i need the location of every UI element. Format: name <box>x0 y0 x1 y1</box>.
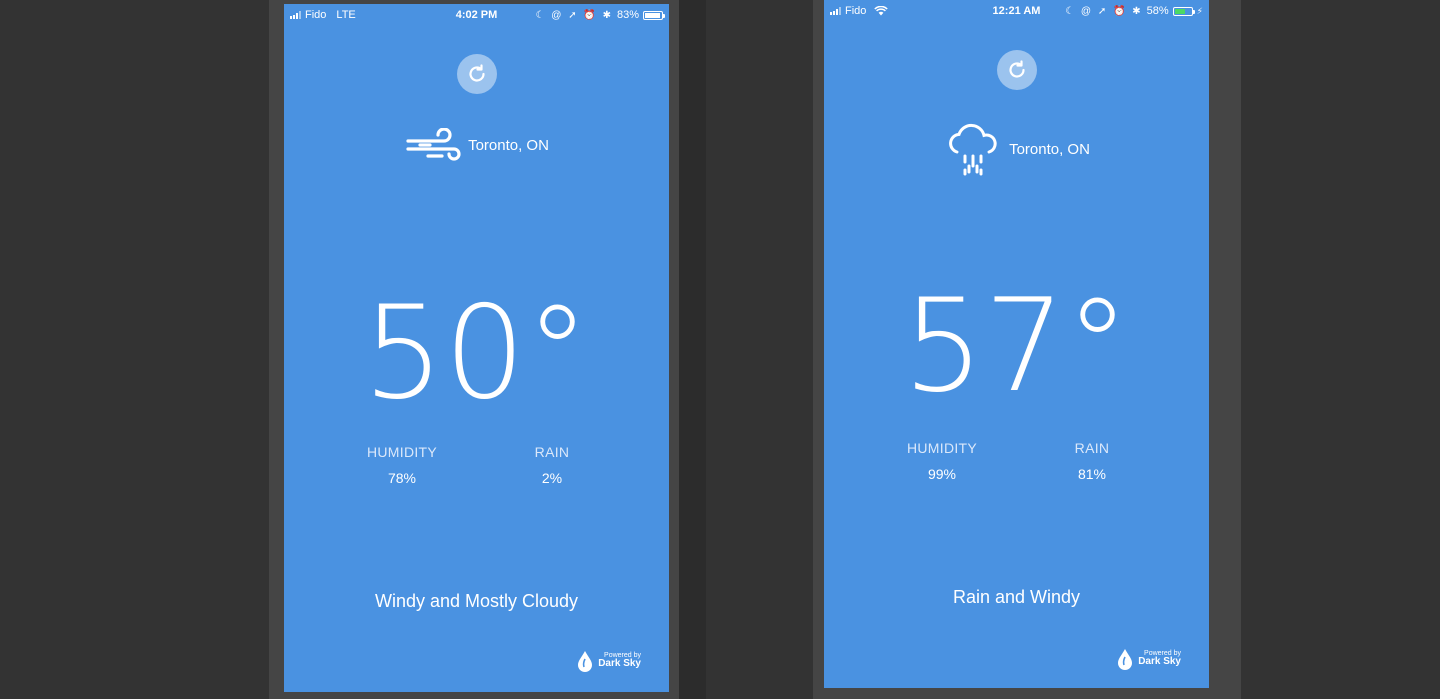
temperature-value: 50° <box>363 292 590 412</box>
humidity-value: 78% <box>387 470 417 486</box>
weather-screen: Fido 12:21 AM ☾ @ ➚ ⏰ ✱ 58% ⚡ Toronto, O… <box>824 0 1209 688</box>
battery-percent: 58% <box>1146 5 1169 17</box>
dark-sky-logo-icon <box>578 651 593 672</box>
location-header: Toronto, ON <box>284 128 669 162</box>
humidity-label: HUMIDITY <box>366 444 438 460</box>
rain-stat: RAIN 81% <box>1032 440 1152 482</box>
battery-icon <box>643 10 665 20</box>
refresh-button[interactable] <box>996 50 1037 90</box>
temperature-display: 50° <box>363 292 590 412</box>
refresh-icon <box>1008 60 1025 78</box>
rain-label: RAIN <box>534 444 570 460</box>
humidity-label: HUMIDITY <box>906 440 978 456</box>
dark-sky-logo-icon <box>1118 649 1133 670</box>
status-bar: Fido LTE 4:02 PM ☾ @ ➚ ⏰ ✱ 83% <box>284 4 669 24</box>
location-header: Toronto, ON <box>824 120 1209 178</box>
charging-icon: ⚡ <box>1196 5 1203 16</box>
location-label: Toronto, ON <box>468 136 549 154</box>
weather-summary: Rain and Windy <box>952 587 1081 607</box>
divider <box>679 0 706 699</box>
refresh-icon <box>468 64 485 82</box>
temperature-display: 57° <box>903 288 1130 408</box>
status-indicators-icon: ☾ @ ➚ ⏰ ✱ <box>535 9 613 21</box>
status-bar: Fido 12:21 AM ☾ @ ➚ ⏰ ✱ 58% ⚡ <box>824 0 1209 20</box>
dark-sky-label: Dark Sky <box>1138 656 1181 668</box>
dark-sky-label: Dark Sky <box>598 658 641 670</box>
powered-by-dark-sky[interactable]: Powered by Dark Sky <box>576 650 641 672</box>
divider <box>706 0 813 699</box>
rain-value: 81% <box>1077 466 1107 482</box>
status-indicators-icon: ☾ @ ➚ ⏰ ✱ <box>1065 5 1143 17</box>
rain-cloud-icon <box>949 123 997 176</box>
humidity-value: 99% <box>927 466 957 482</box>
humidity-stat: HUMIDITY 99% <box>882 440 1002 482</box>
battery-icon <box>1172 6 1195 16</box>
location-label: Toronto, ON <box>1009 140 1090 158</box>
rain-value: 2% <box>541 470 563 486</box>
weather-summary: Windy and Mostly Cloudy <box>374 591 579 611</box>
temperature-value: 57° <box>903 288 1130 408</box>
rain-stat: RAIN 2% <box>492 444 612 486</box>
battery-percent: 83% <box>616 9 639 21</box>
weather-screen: Fido LTE 4:02 PM ☾ @ ➚ ⏰ ✱ 83% Toronto, … <box>284 4 669 692</box>
rain-label: RAIN <box>1074 440 1110 456</box>
powered-by-dark-sky[interactable]: Powered by Dark Sky <box>1116 648 1181 670</box>
refresh-button[interactable] <box>456 54 497 94</box>
humidity-stat: HUMIDITY 78% <box>342 444 462 486</box>
wind-icon <box>406 128 461 161</box>
